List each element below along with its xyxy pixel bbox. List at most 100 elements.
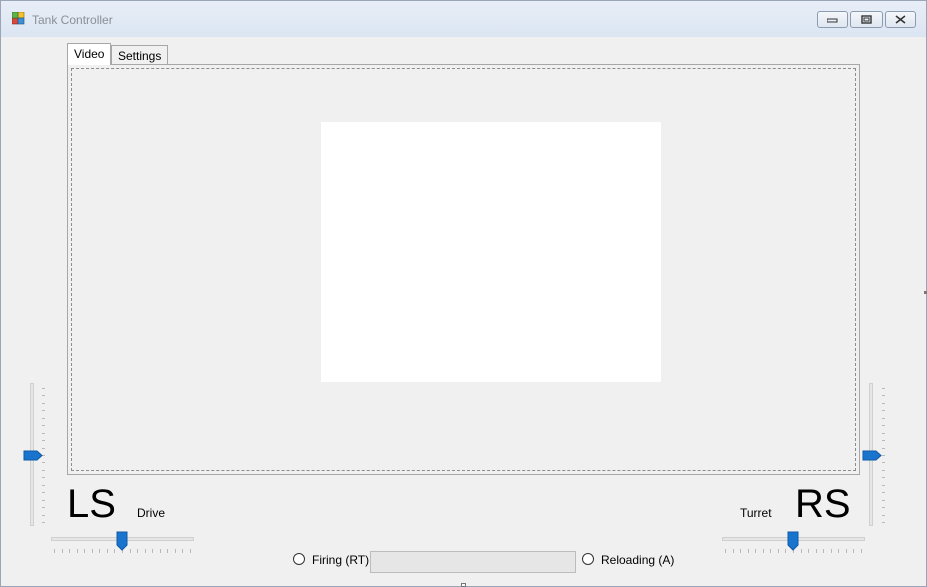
close-button[interactable]	[885, 11, 916, 28]
slider-tick	[748, 549, 749, 553]
slider-tick	[42, 440, 45, 441]
slider-tick	[816, 549, 817, 553]
right-vertical-slider-thumb[interactable]	[862, 450, 882, 461]
tab-settings-label: Settings	[118, 49, 162, 63]
left-vertical-slider-thumb[interactable]	[23, 450, 43, 461]
slider-tick	[882, 462, 885, 463]
slider-tick	[882, 455, 885, 456]
slider-tick	[882, 403, 885, 404]
video-feed	[321, 122, 661, 382]
slider-tick	[54, 549, 55, 553]
slider-tick	[42, 477, 45, 478]
slider-tick	[182, 549, 183, 553]
slider-tick	[42, 403, 45, 404]
slider-tick	[107, 549, 108, 553]
slider-tick	[92, 549, 93, 553]
slider-tick	[42, 485, 45, 486]
slider-tick	[882, 500, 885, 501]
app-icon	[12, 12, 25, 25]
slider-tick	[846, 549, 847, 553]
slider-tick	[882, 522, 885, 523]
slider-tick	[145, 549, 146, 553]
slider-tick	[882, 388, 885, 389]
slider-tick	[770, 549, 771, 553]
slider-tick	[823, 549, 824, 553]
slider-tick	[882, 507, 885, 508]
slider-tick	[853, 549, 854, 553]
slider-tick	[801, 549, 802, 553]
reload-progress-bar	[370, 551, 576, 573]
slider-tick	[152, 549, 153, 553]
slider-tick	[167, 549, 168, 553]
slider-tick	[882, 470, 885, 471]
slider-tick	[763, 549, 764, 553]
slider-tick	[861, 549, 862, 553]
reloading-radio[interactable]	[582, 553, 594, 565]
title-bar[interactable]: Tank Controller	[1, 1, 926, 37]
slider-tick	[882, 492, 885, 493]
window-title: Tank Controller	[32, 13, 113, 27]
slider-tick	[740, 549, 741, 553]
close-icon	[895, 15, 906, 24]
drive-slider-thumb[interactable]	[116, 531, 128, 551]
slider-tick	[882, 418, 885, 419]
slider-tick	[882, 477, 885, 478]
slider-tick	[882, 410, 885, 411]
slider-tick	[42, 500, 45, 501]
slider-tick	[160, 549, 161, 553]
slider-tick	[42, 515, 45, 516]
slider-tick	[778, 549, 779, 553]
slider-tick	[42, 433, 45, 434]
slider-tick	[785, 549, 786, 553]
slider-tick	[42, 522, 45, 523]
slider-tick	[42, 470, 45, 471]
left-stick-label: LS	[67, 482, 116, 526]
slider-tick	[882, 433, 885, 434]
slider-tick	[42, 395, 45, 396]
slider-tick	[130, 549, 131, 553]
right-vertical-slider-ticks	[882, 388, 885, 523]
turret-slider-thumb[interactable]	[787, 531, 799, 551]
slider-tick	[42, 388, 45, 389]
slider-tick	[175, 549, 176, 553]
slider-tick	[77, 549, 78, 553]
slider-tick	[882, 395, 885, 396]
slider-tick	[42, 448, 45, 449]
slider-tick	[42, 492, 45, 493]
firing-label: Firing (RT)	[312, 553, 370, 567]
slider-tick	[99, 549, 100, 553]
tab-video-label: Video	[74, 47, 105, 61]
slider-tick	[882, 448, 885, 449]
tab-video[interactable]: Video	[67, 43, 112, 65]
minimize-icon	[827, 18, 838, 22]
slider-tick	[42, 425, 45, 426]
slider-tick	[755, 549, 756, 553]
slider-tick	[62, 549, 63, 553]
turret-label: Turret	[740, 506, 772, 520]
slider-tick	[114, 549, 115, 553]
slider-tick	[42, 462, 45, 463]
slider-tick	[42, 507, 45, 508]
slider-tick	[137, 549, 138, 553]
tab-settings[interactable]: Settings	[111, 45, 169, 65]
slider-tick	[831, 549, 832, 553]
minimize-button[interactable]	[817, 11, 848, 28]
slider-tick	[42, 410, 45, 411]
slider-tick	[733, 549, 734, 553]
restore-icon	[861, 15, 872, 24]
slider-tick	[882, 515, 885, 516]
resize-grip[interactable]	[461, 583, 466, 587]
slider-tick	[882, 440, 885, 441]
restore-button[interactable]	[850, 11, 883, 28]
slider-tick	[882, 425, 885, 426]
slider-tick	[42, 418, 45, 419]
reloading-label: Reloading (A)	[601, 553, 675, 567]
slider-tick	[882, 485, 885, 486]
slider-tick	[808, 549, 809, 553]
right-stick-label: RS	[795, 482, 851, 526]
slider-tick	[838, 549, 839, 553]
drive-label: Drive	[137, 506, 166, 520]
slider-tick	[190, 549, 191, 553]
slider-tick	[84, 549, 85, 553]
firing-radio[interactable]	[293, 553, 305, 565]
